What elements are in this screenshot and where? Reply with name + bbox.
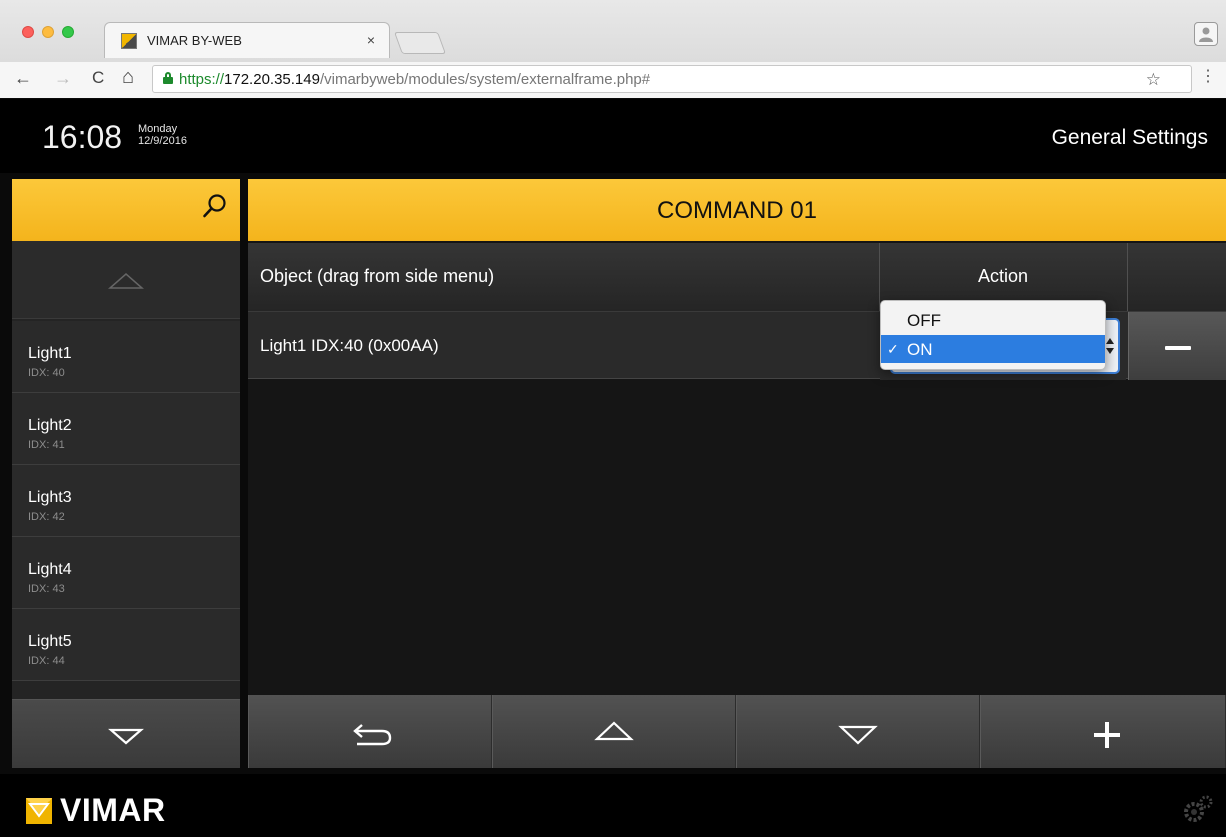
sidebar-item-label: Light2 [28,417,72,434]
sidebar-item-idx: IDX: 41 [28,439,65,451]
lock-icon [163,72,173,84]
clock-date: Monday 12/9/2016 [138,123,187,147]
dropdown-option-on[interactable]: ✓ ON [881,335,1105,363]
day-label: Monday [138,123,178,135]
reload-icon[interactable]: C [92,68,104,88]
triangle-down-icon [108,728,144,745]
option-label: OFF [907,311,941,330]
column-header-object-label: Object (drag from side menu) [260,266,495,286]
brand-name: VIMAR [60,792,166,828]
close-window-button[interactable] [22,26,34,38]
url-text: https://172.20.35.149/vimarbyweb/modules… [179,71,651,88]
action-dropdown-menu: OFF ✓ ON [880,300,1106,370]
vimar-favicon-icon [121,33,137,49]
profile-icon[interactable] [1194,22,1218,46]
command-toolbar [248,695,1226,768]
sidebar-item-idx: IDX: 43 [28,583,65,595]
sidebar-item-light4[interactable]: Light4 IDX: 43 [12,537,240,609]
browser-tab[interactable]: VIMAR BY-WEB × [104,22,390,58]
row-object-label: Light1 IDX:40 (0x00AA) [260,336,439,355]
return-arrow-icon [353,724,392,746]
zoom-window-button[interactable] [62,26,74,38]
home-icon[interactable]: ⌂ [122,66,134,89]
sidebar-item-idx: IDX: 44 [28,655,65,667]
sidebar-item-light3[interactable]: Light3 IDX: 42 [12,465,240,537]
sidebar-item-idx: IDX: 40 [28,367,65,379]
navigation-bar: ← → C ⌂ https://172.20.35.149/vimarbyweb… [0,62,1226,98]
move-up-button[interactable] [492,695,736,768]
new-tab-button[interactable] [393,32,447,54]
sidebar-item-idx: IDX: 42 [28,511,65,523]
column-header-object: Object (drag from side menu) [248,243,880,311]
column-header-action-label: Action [977,266,1029,286]
column-header-spacer [1128,243,1226,311]
move-down-button[interactable] [736,695,980,768]
browser-chrome: VIMAR BY-WEB × ← → C ⌂ https://172.20.35… [0,0,1226,98]
address-bar[interactable]: https://172.20.35.149/vimarbyweb/modules… [152,65,1192,93]
sidebar-item-light5[interactable]: Light5 IDX: 44 [12,609,240,681]
command-title: COMMAND 01 [656,197,818,224]
gear-icon[interactable] [1180,794,1214,824]
sidebar-item-light1[interactable]: Light1 IDX: 40 [12,321,240,393]
side-scroll-down-button[interactable] [12,699,240,768]
browser-menu-icon[interactable]: ⋮ [1200,66,1216,86]
remove-row-button[interactable] [1128,312,1226,380]
tab-title: VIMAR BY-WEB [147,33,242,48]
back-arrow-icon[interactable]: ← [14,68,32,89]
option-label: ON [907,340,933,359]
checkmark-icon: ✓ [887,341,899,357]
vimar-logo-icon [26,798,52,824]
plus-icon [1094,722,1120,748]
search-icon[interactable] [202,193,228,219]
command-title-bar: COMMAND 01 [248,179,1226,241]
sidebar-item-label: Light3 [28,489,72,506]
dropdown-option-off[interactable]: OFF [881,307,1105,335]
sidebar-item-label: Light5 [28,633,72,650]
page-title: General Settings [1051,126,1208,149]
triangle-up-icon [594,721,634,741]
sidebar-item-label: Light1 [28,345,72,362]
bookmark-star-icon[interactable]: ☆ [1146,70,1161,90]
sidebar-item-light2[interactable]: Light2 IDX: 41 [12,393,240,465]
app-header: 16:08 Monday 12/9/2016 General Settings [0,99,1226,173]
command-panel: COMMAND 01 Object (drag from side menu) … [248,179,1226,768]
minus-icon [1165,346,1191,350]
forward-arrow-icon[interactable]: → [54,68,72,89]
tab-strip: VIMAR BY-WEB × [0,0,1226,62]
triangle-up-icon [108,273,144,289]
side-scroll-up-button[interactable] [12,241,240,319]
brand-bar: VIMAR [0,774,1226,837]
sidebar-item-label: Light4 [28,561,72,578]
tab-close-icon[interactable]: × [367,32,375,48]
date-label: 12/9/2016 [138,135,187,147]
vimar-app: 16:08 Monday 12/9/2016 General Settings … [0,99,1226,837]
clock-time: 16:08 [42,119,123,155]
add-row-button[interactable] [980,695,1226,768]
side-search-bar [12,179,240,241]
side-menu: Light1 IDX: 40 Light2 IDX: 41 Light3 IDX… [12,179,240,768]
minimize-window-button[interactable] [42,26,54,38]
select-stepper-icon [1106,338,1114,354]
back-button[interactable] [248,695,492,768]
triangle-down-icon [838,725,878,745]
